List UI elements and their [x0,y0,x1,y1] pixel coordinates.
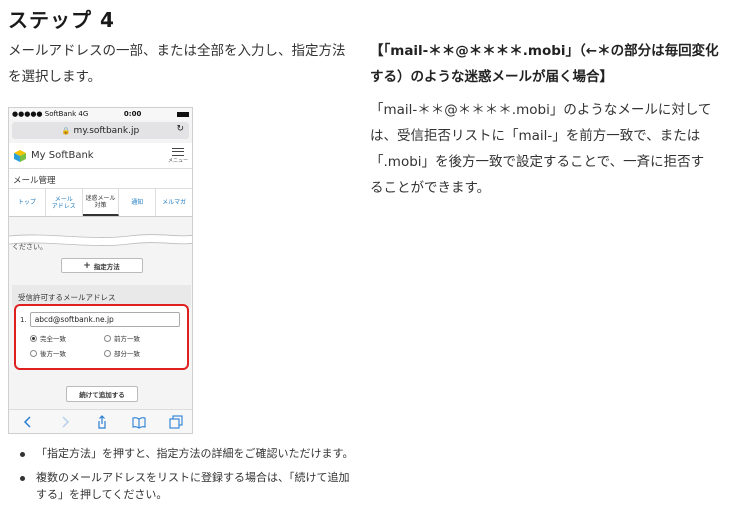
radio-partial[interactable]: 部分一致 [104,348,178,358]
radio-exact[interactable]: 完全一致 [30,333,104,343]
tabs-icon[interactable] [168,414,183,429]
bookmarks-icon[interactable] [131,415,146,429]
radio-prefix[interactable]: 前方一致 [104,333,178,343]
app-name: My SoftBank [31,150,94,161]
battery-icon [177,111,189,117]
clipped-text: ください。 [12,243,47,251]
match-type-radios: 完全一致 前方一致 後方一致 部分一致 [30,333,187,358]
phone-screenshot: ●●●●● SoftBank 4G 0:00 🔒 my.softbank.jp … [8,107,193,434]
left-intro-text: メールアドレスの一部、または全部を入力し、指定方法を選択します。 [8,43,346,85]
row-number: 1. [20,315,27,324]
radio-unchecked-icon [104,349,111,357]
tab-notification[interactable]: 通知 [119,189,157,216]
hamburger-icon [171,147,184,156]
status-bar: ●●●●● SoftBank 4G 0:00 [9,108,192,120]
step-title: ステップ 4 [8,8,115,32]
tab-bar: トップ メール アドレス 迷惑メール 対策 通知 メルマガ [9,189,192,217]
radio-suffix-label: 後方一致 [40,350,66,358]
email-input[interactable]: abcd@softbank.ne.jp [29,312,180,327]
radio-unchecked-icon [104,334,111,342]
specify-method-button[interactable]: + 指定方法 [60,258,143,273]
menu-label: メニュー [167,157,188,164]
carrier-label: ●●●●● SoftBank 4G [12,110,89,118]
page-content: ください。 + 指定方法 受信許可するメールアドレス 1. abcd@softb… [9,242,192,402]
list-item: 「指定方法」を押すと、指定方法の詳細をご確認いただけます。 [20,445,360,462]
tab-mail-address[interactable]: メール アドレス [46,189,83,216]
back-icon[interactable] [21,415,35,429]
plus-icon: + [83,260,91,271]
clock: 0:00 [123,110,142,118]
browser-toolbar [9,409,192,433]
highlight-box: 1. abcd@softbank.ne.jp 完全一致 前方一致 後方一致 部分… [14,304,189,370]
address-bar[interactable]: 🔒 my.softbank.jp ↻ [12,122,189,139]
reload-icon[interactable]: ↻ [176,124,184,134]
radio-exact-label: 完全一致 [40,335,66,343]
app-header: My SoftBank メニュー [9,143,192,169]
softbank-logo-icon [14,149,26,162]
tab-mail-magazine[interactable]: メルマガ [156,189,192,216]
lock-icon: 🔒 [61,126,71,135]
email-row: 1. abcd@softbank.ne.jp [20,312,187,327]
tab-spam-filter[interactable]: 迷惑メール 対策 [82,189,120,216]
tab-top[interactable]: トップ [9,189,46,216]
share-icon[interactable] [95,414,109,429]
radio-partial-label: 部分一致 [114,350,140,358]
right-heading: 【「mail-＊＊@＊＊＊＊.mobi」（←＊の部分は毎回変化する）のような迷惑… [370,43,719,85]
radio-prefix-label: 前方一致 [114,335,140,343]
radio-checked-icon [30,334,37,342]
url-text: my.softbank.jp [73,125,140,136]
list-item: 複数のメールアドレスをリストに登録する場合は、「続けて追加する」を押してください… [20,469,360,503]
radio-unchecked-icon [30,349,37,357]
section-title: メール管理 [9,169,192,189]
forward-icon[interactable] [58,415,72,429]
radio-suffix[interactable]: 後方一致 [30,348,104,358]
specify-method-label: 指定方法 [93,262,120,271]
menu-button[interactable]: メニュー [167,147,188,164]
instruction-list: 「指定方法」を押すと、指定方法の詳細をご確認いただけます。 複数のメールアドレス… [20,445,360,510]
add-more-button[interactable]: 続けて追加する [66,386,138,402]
right-body-text: 「mail-＊＊@＊＊＊＊.mobi」のようなメールに対しては、受信拒否リストに… [370,102,712,196]
